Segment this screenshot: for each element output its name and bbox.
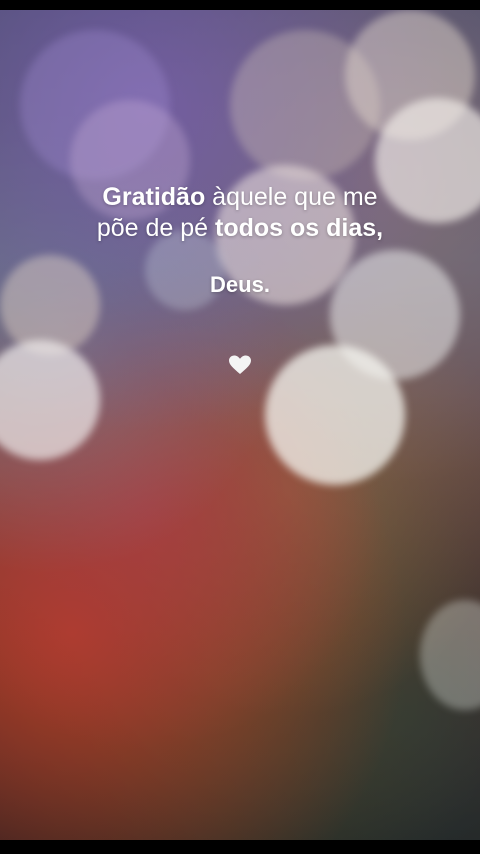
quote-line2-light: põe de pé: [96, 214, 216, 242]
heart-icon: [229, 355, 251, 374]
letterbox-top: [0, 0, 480, 10]
signature-text: Deus.: [210, 272, 270, 297]
quote-line2-bold: todos os dias,: [215, 214, 384, 242]
quote-line1-bold: Gratidão: [102, 183, 206, 211]
overlay-content: Gratidão àquele que me põe de pé todos o…: [0, 10, 480, 840]
letterbox-bottom: [0, 840, 480, 854]
quote-text: Gratidão àquele que me põe de pé todos o…: [40, 182, 440, 244]
quote-line1-light: àquele que me: [205, 183, 378, 211]
video-frame: Gratidão àquele que me põe de pé todos o…: [0, 0, 480, 854]
